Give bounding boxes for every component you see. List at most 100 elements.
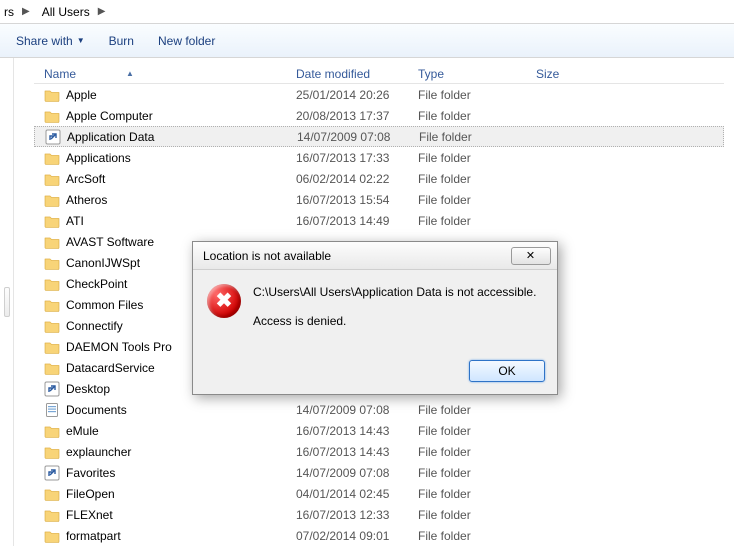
breadcrumb-segment[interactable]: rs ▶ — [0, 5, 38, 19]
close-icon: ✕ — [526, 249, 536, 262]
new-folder-button[interactable]: New folder — [158, 34, 215, 48]
cell-name: Atheros — [34, 192, 296, 208]
chevron-right-icon[interactable]: ▶ — [16, 6, 36, 17]
cell-type: File folder — [418, 466, 536, 480]
cell-type: File folder — [419, 130, 537, 144]
folder-icon — [44, 234, 60, 250]
file-name: DAEMON Tools Pro — [66, 340, 172, 354]
ok-button[interactable]: OK — [469, 360, 545, 382]
cell-type: File folder — [418, 445, 536, 459]
breadcrumb-bar: rs ▶ All Users ▶ — [0, 0, 734, 24]
toolbar-label: Burn — [109, 34, 134, 48]
file-row[interactable]: Application Data14/07/2009 07:08File fol… — [34, 126, 724, 147]
shortcut-icon — [44, 465, 60, 481]
cell-name: ATI — [34, 213, 296, 229]
cell-type: File folder — [418, 172, 536, 186]
file-name: ATI — [66, 214, 84, 228]
file-name: Apple Computer — [66, 109, 153, 123]
dialog-buttons: OK — [193, 360, 557, 394]
file-name: eMule — [66, 424, 99, 438]
file-name: Connectify — [66, 319, 123, 333]
file-row[interactable]: Favorites14/07/2009 07:08File folder — [34, 462, 724, 483]
file-row[interactable]: ArcSoft 06/02/2014 02:22File folder — [34, 168, 724, 189]
folder-icon — [44, 213, 60, 229]
cell-name: ArcSoft — [34, 171, 296, 187]
cell-type: File folder — [418, 424, 536, 438]
file-name: Documents — [66, 403, 127, 417]
file-name: Common Files — [66, 298, 143, 312]
dialog-line1: C:\Users\All Users\Application Data is n… — [253, 284, 536, 301]
column-header-name[interactable]: Name ▲ — [34, 67, 296, 81]
column-header-type[interactable]: Type — [418, 67, 536, 81]
cell-date: 25/01/2014 20:26 — [296, 88, 418, 102]
cell-name: Apple — [34, 87, 296, 103]
dialog-line2: Access is denied. — [253, 313, 536, 330]
file-name: DatacardService — [66, 361, 155, 375]
folder-icon — [44, 486, 60, 502]
cell-name: Applications — [34, 150, 296, 166]
header-label: Name — [44, 67, 76, 81]
cell-date: 06/02/2014 02:22 — [296, 172, 418, 186]
cell-name: formatpart — [34, 528, 296, 544]
cell-date: 20/08/2013 17:37 — [296, 109, 418, 123]
shortcut-icon — [45, 129, 61, 145]
file-name: CanonIJWSpt — [66, 256, 140, 270]
breadcrumb-text: rs — [2, 5, 16, 19]
file-row[interactable]: eMule 16/07/2013 14:43File folder — [34, 420, 724, 441]
dialog-titlebar[interactable]: Location is not available ✕ — [193, 242, 557, 270]
column-header-size[interactable]: Size — [536, 67, 606, 81]
file-row[interactable]: ATI16/07/2013 14:49File folder — [34, 210, 724, 231]
cell-type: File folder — [418, 193, 536, 207]
column-headers: Name ▲ Date modified Type Size — [34, 64, 724, 84]
file-name: FLEXnet — [66, 508, 113, 522]
file-row[interactable]: Documents14/07/2009 07:08File folder — [34, 399, 724, 420]
file-row[interactable]: FileOpen04/01/2014 02:45File folder — [34, 483, 724, 504]
file-row[interactable]: FLEXnet16/07/2013 12:33File folder — [34, 504, 724, 525]
file-row[interactable]: Applications16/07/2013 17:33File folder — [34, 147, 724, 168]
file-name: explauncher — [66, 445, 131, 459]
toolbar: Share with ▼ Burn New folder — [0, 24, 734, 58]
folder-icon — [44, 507, 60, 523]
file-name: CheckPoint — [66, 277, 127, 291]
pane-split-handle[interactable] — [0, 58, 14, 546]
breadcrumb-segment[interactable]: All Users ▶ — [38, 5, 114, 19]
cell-date: 16/07/2013 12:33 — [296, 508, 418, 522]
file-row[interactable]: Atheros16/07/2013 15:54File folder — [34, 189, 724, 210]
cell-type: File folder — [418, 214, 536, 228]
cell-type: File folder — [418, 109, 536, 123]
folder-icon — [44, 87, 60, 103]
dialog-title-text: Location is not available — [203, 249, 331, 263]
shortcut-icon — [44, 381, 60, 397]
column-header-date[interactable]: Date modified — [296, 67, 418, 81]
cell-date: 16/07/2013 17:33 — [296, 151, 418, 165]
x-icon: ✖ — [216, 291, 233, 311]
dialog-body: ✖ C:\Users\All Users\Application Data is… — [193, 270, 557, 360]
file-row[interactable]: Apple Computer 20/08/2013 17:37File folde… — [34, 105, 724, 126]
cell-date: 14/07/2009 07:08 — [296, 466, 418, 480]
share-with-button[interactable]: Share with ▼ — [16, 34, 85, 48]
folder-icon — [44, 276, 60, 292]
error-dialog: Location is not available ✕ ✖ C:\Users\A… — [192, 241, 558, 395]
file-name: Applications — [66, 151, 131, 165]
cell-name: Documents — [34, 402, 296, 418]
file-name: ArcSoft — [66, 172, 105, 186]
file-row[interactable]: formatpart07/02/2014 09:01File folder — [34, 525, 724, 546]
file-name: Application Data — [67, 130, 154, 144]
file-name: AVAST Software — [66, 235, 154, 249]
cell-name: Application Data — [35, 129, 297, 145]
chevron-right-icon[interactable]: ▶ — [92, 6, 112, 17]
close-button[interactable]: ✕ — [511, 247, 551, 265]
dialog-message: C:\Users\All Users\Application Data is n… — [253, 284, 536, 360]
chevron-down-icon: ▼ — [77, 36, 85, 45]
burn-button[interactable]: Burn — [109, 34, 134, 48]
cell-type: File folder — [418, 487, 536, 501]
cell-date: 16/07/2013 14:43 — [296, 445, 418, 459]
cell-date: 16/07/2013 14:43 — [296, 424, 418, 438]
file-row[interactable]: explauncher 16/07/2013 14:43File folder — [34, 441, 724, 462]
file-row[interactable]: Apple25/01/2014 20:26File folder — [34, 84, 724, 105]
toolbar-label: Share with — [16, 34, 73, 48]
doc-icon — [44, 402, 60, 418]
folder-icon — [44, 171, 60, 187]
folder-icon — [44, 255, 60, 271]
folder-icon — [44, 528, 60, 544]
